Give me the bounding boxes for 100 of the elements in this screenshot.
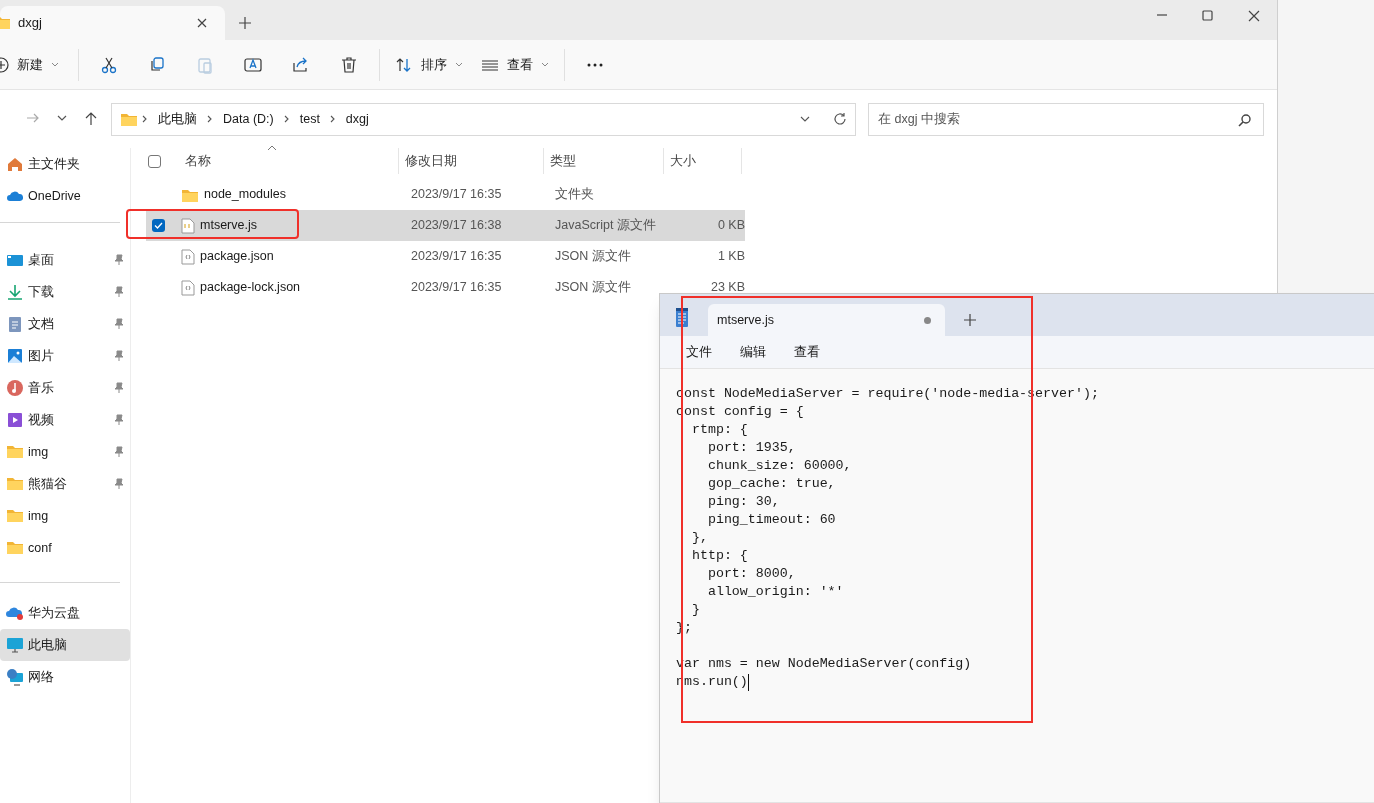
clipboard-icon [196, 55, 214, 74]
folder-icon [6, 539, 24, 557]
sort-ascending-icon [267, 145, 277, 151]
column-header[interactable]: 类型 [544, 148, 664, 174]
view-button[interactable]: 查看 [472, 46, 558, 83]
sidebar-item[interactable]: 网络 [0, 661, 130, 693]
file-type: JSON 源文件 [555, 279, 632, 297]
sidebar-item[interactable]: 图片 [0, 340, 130, 372]
sidebar-item[interactable]: 视频 [0, 404, 130, 436]
copy-icon [148, 55, 166, 74]
search-icon[interactable] [1238, 112, 1252, 127]
code-line: port: 8000, [706, 565, 796, 583]
close-icon [197, 18, 207, 28]
window-tab[interactable]: dxgj [0, 6, 225, 40]
music-icon [6, 379, 24, 397]
code-line: gop_cache: true, [706, 475, 836, 493]
column-header[interactable]: 修改日期 [399, 148, 544, 174]
modified-date: 2023/9/17 16:35 [411, 279, 503, 297]
sidebar-item[interactable]: 文档 [0, 308, 130, 340]
file-row[interactable]: node_modules 2023/9/17 16:35 文件夹 [146, 179, 745, 210]
chevron-down-icon[interactable] [799, 114, 811, 124]
document-icon [6, 315, 24, 333]
modified-date: 2023/9/17 16:35 [411, 248, 503, 266]
sidebar-item[interactable]: img [0, 500, 130, 532]
folder-icon [6, 475, 24, 493]
code-line: allow_origin: '*' [706, 583, 844, 601]
json-file-icon [181, 248, 195, 265]
refresh-icon[interactable] [833, 112, 847, 126]
code-line: ping: 30, [706, 493, 780, 511]
sidebar-item[interactable]: 音乐 [0, 372, 130, 404]
file-type: 文件夹 [555, 186, 595, 204]
sidebar-item[interactable]: img [0, 436, 130, 468]
file-type: JavaScript 源文件 [555, 217, 657, 235]
sidebar-item[interactable]: 熊猫谷 [0, 468, 130, 500]
code-line: http: { [690, 547, 748, 565]
plus-icon [239, 17, 251, 29]
sidebar-item[interactable]: 桌面 [0, 244, 130, 276]
file-size: 23 KB [710, 279, 745, 297]
search-field[interactable]: 在 dxgj 中搜索 [868, 102, 1264, 136]
chevron-down-icon [51, 61, 59, 68]
folder-icon [6, 443, 24, 461]
code-line: ping_timeout: 60 [706, 511, 836, 529]
modified-date: 2023/9/17 16:35 [411, 186, 503, 204]
folder-icon [6, 507, 24, 525]
file-size: 0 KB [717, 217, 745, 235]
select-all-checkbox[interactable] [148, 154, 161, 168]
file-name: mtserve.js [200, 217, 257, 235]
file-row[interactable]: mtserve.js 2023/9/17 16:38 JavaScript 源文件 0 KB [146, 210, 745, 241]
file-name: node_modules [204, 186, 286, 204]
house-icon [6, 155, 24, 173]
file-name: package.json [200, 248, 274, 266]
download-icon [6, 283, 24, 301]
breadcrumb-item[interactable]: Data (D:) [217, 109, 280, 129]
code-line: chunk_size: 60000, [706, 457, 852, 475]
sidebar-item[interactable]: 此电脑 [0, 629, 130, 661]
document-tab[interactable]: mtserve.js [708, 304, 945, 336]
arrow-up-icon [84, 112, 97, 126]
new-button[interactable]: 新建 [0, 46, 72, 83]
breadcrumb-item[interactable]: 此电脑 [152, 109, 203, 129]
address-bar[interactable]: 此电脑 Data (D:) test dxgj [111, 102, 856, 136]
file-row[interactable]: package-lock.json 2023/9/17 16:35 JSON 源文件 23 KB [146, 272, 745, 303]
sidebar-item[interactable]: 华为云盘 [0, 597, 130, 629]
breadcrumb-item[interactable]: dxgj [339, 109, 375, 129]
close-icon [1248, 10, 1260, 22]
file-size: 1 KB [717, 248, 745, 266]
folder-icon [0, 16, 10, 30]
code-line: rtmp: { [690, 421, 748, 439]
menu-item[interactable]: 查看 [783, 338, 831, 366]
json-file-icon [181, 279, 195, 296]
monitor-icon [6, 636, 24, 654]
plus-icon [964, 314, 976, 326]
folder-icon [120, 111, 138, 127]
code-line: port: 1935, [706, 439, 796, 457]
file-type: JSON 源文件 [555, 248, 632, 266]
modified-date: 2023/9/17 16:38 [411, 217, 503, 235]
column-header[interactable]: 名称 [179, 148, 399, 174]
share-icon [292, 55, 310, 74]
file-row[interactable]: package.json 2023/9/17 16:35 JSON 源文件 1 KB [146, 241, 745, 272]
sidebar-item[interactable]: 下载 [0, 276, 130, 308]
image-icon [6, 347, 24, 365]
js-file-icon [181, 217, 195, 234]
rename-icon [244, 55, 262, 74]
checkbox-icon[interactable] [152, 219, 165, 232]
trash-icon [340, 55, 358, 74]
sort-button[interactable]: 排序 [386, 46, 472, 83]
sidebar-item[interactable]: 主文件夹 [0, 148, 130, 180]
breadcrumb-item[interactable]: test [293, 109, 326, 129]
code-line: }, [690, 529, 708, 547]
menu-item[interactable]: 文件 [675, 338, 723, 366]
network-icon [6, 668, 24, 686]
sidebar-item[interactable]: OneDrive [0, 180, 130, 212]
menu-item[interactable]: 编辑 [729, 338, 777, 366]
chevron-down-icon [455, 61, 463, 68]
more-icon [587, 62, 603, 67]
maximize-icon [1202, 10, 1214, 22]
column-header[interactable]: 大小 [664, 148, 742, 174]
chevron-down-icon [541, 61, 549, 68]
sidebar-item[interactable]: conf [0, 532, 130, 564]
cut-icon [100, 55, 118, 74]
video-icon [6, 411, 24, 429]
